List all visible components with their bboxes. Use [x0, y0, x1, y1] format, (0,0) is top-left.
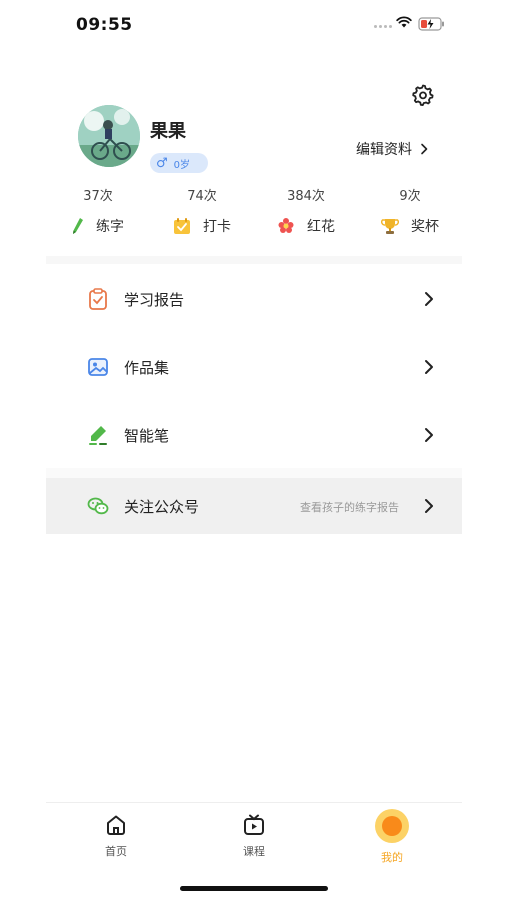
trophy-icon — [381, 219, 399, 234]
tab-label: 课程 — [243, 845, 265, 858]
tab-home[interactable]: 首页 — [86, 813, 146, 859]
smart-pen-icon — [89, 426, 107, 445]
battery-charging-icon — [418, 17, 444, 31]
menu-label: 作品集 — [124, 359, 170, 377]
menu-list: 学习报告 作品集 智能笔 — [46, 264, 462, 468]
pencil-icon — [73, 218, 83, 234]
stat-count: 384次 — [287, 189, 325, 204]
edit-profile-label: 编辑资料 — [356, 142, 412, 158]
me-icon — [375, 809, 409, 843]
wifi-icon — [396, 16, 412, 28]
menu-label: 学习报告 — [124, 291, 185, 309]
wechat-label: 关注公众号 — [124, 498, 200, 516]
avatar[interactable] — [78, 105, 140, 167]
section-divider — [46, 468, 462, 478]
avatar-image — [78, 105, 140, 167]
wechat-icon — [87, 497, 109, 515]
stat-count: 9次 — [399, 189, 421, 204]
section-divider — [46, 256, 462, 264]
edit-profile-button[interactable]: 编辑资料 — [356, 139, 428, 159]
menu-item-study-report[interactable]: 学习报告 — [46, 264, 462, 332]
stat-label: 奖杯 — [411, 219, 439, 235]
profile-name: 果果 — [150, 121, 186, 142]
age-text: 0岁 — [173, 159, 191, 171]
stat-trophies[interactable]: 9次 奖杯 — [358, 185, 462, 241]
stat-checkin[interactable]: 74次 打卡 — [150, 185, 254, 241]
settings-gear-icon[interactable] — [411, 83, 435, 107]
tab-label: 首页 — [105, 845, 127, 858]
stats-row: 37次 练字 74次 打卡 384次 红花 9次 奖杯 — [46, 185, 462, 241]
status-bar: 09:55 — [0, 0, 507, 50]
chevron-right-icon — [425, 360, 433, 374]
chevron-right-icon — [425, 499, 433, 513]
signal-icon — [374, 25, 392, 28]
stat-label: 练字 — [96, 219, 124, 235]
tv-play-icon — [244, 814, 264, 835]
chevron-right-icon — [421, 143, 428, 155]
stat-flowers[interactable]: 384次 红花 — [254, 185, 358, 241]
menu-item-smart-pen[interactable]: 智能笔 — [46, 400, 462, 468]
tab-courses[interactable]: 课程 — [224, 813, 284, 859]
stat-label: 红花 — [307, 219, 335, 235]
tab-me[interactable]: 我的 — [362, 809, 422, 865]
home-indicator — [180, 886, 328, 891]
gallery-icon — [88, 358, 108, 376]
calendar-check-icon — [174, 218, 190, 234]
bottom-tab-bar: 首页 课程 我的 — [46, 802, 462, 865]
home-icon — [107, 815, 125, 835]
status-time: 09:55 — [76, 15, 133, 35]
report-clipboard-icon — [89, 288, 107, 310]
stat-count: 37次 — [83, 189, 113, 204]
red-flower-icon — [278, 218, 294, 233]
menu-label: 智能笔 — [124, 427, 170, 445]
tab-label: 我的 — [381, 851, 403, 864]
male-gender-icon: ♂ — [156, 155, 168, 171]
age-badge: ♂ 0岁 — [150, 153, 208, 173]
stat-practice[interactable]: 37次 练字 — [46, 185, 150, 241]
stat-label: 打卡 — [203, 219, 231, 235]
wechat-hint: 查看孩子的练字报告 — [300, 501, 399, 514]
chevron-right-icon — [425, 292, 433, 306]
follow-official-account-row[interactable]: 关注公众号 查看孩子的练字报告 — [46, 478, 462, 534]
stat-count: 74次 — [187, 189, 217, 204]
menu-item-portfolio[interactable]: 作品集 — [46, 332, 462, 400]
chevron-right-icon — [425, 428, 433, 442]
